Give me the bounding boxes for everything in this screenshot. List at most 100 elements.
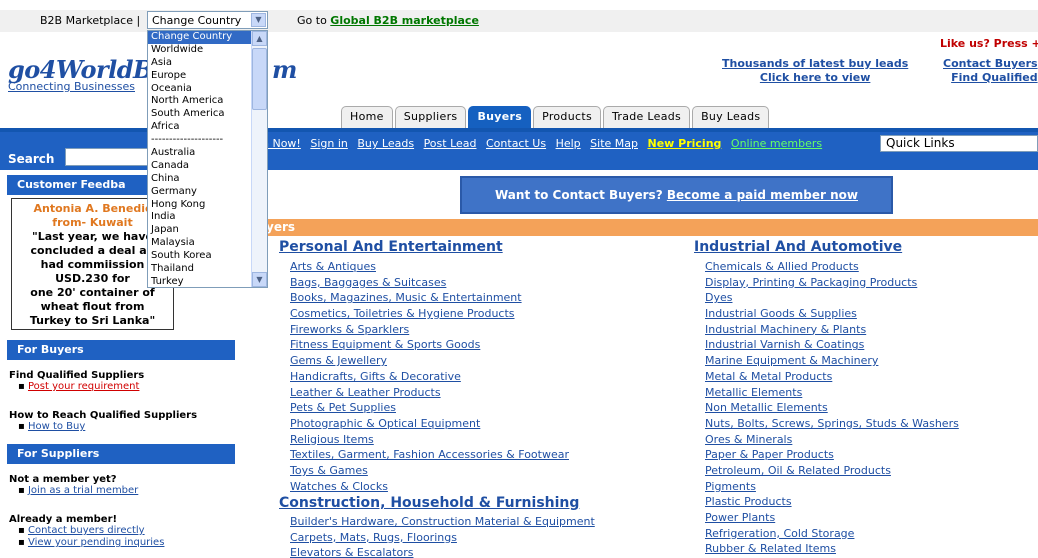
category-link[interactable]: Gems & Jewellery xyxy=(290,354,569,370)
nav-link-online-members[interactable]: Online members xyxy=(731,137,822,150)
nav-link-contact-us[interactable]: Contact Us xyxy=(486,137,546,150)
category-link[interactable]: Cosmetics, Toiletries & Hygiene Products xyxy=(290,307,569,323)
category-link[interactable]: Elevators & Escalators xyxy=(290,546,595,558)
country-dropdown-list[interactable]: Change Country Worldwide Asia Europe Oceania… xyxy=(147,30,268,288)
category-link[interactable]: Marine Equipment & Machinery xyxy=(705,354,959,370)
country-select-value: Change Country xyxy=(152,14,242,27)
country-option[interactable]: Worldwide xyxy=(148,44,251,57)
category-link[interactable]: Non Metallic Elements xyxy=(705,401,959,417)
contact-buyers-directly-link[interactable]: Contact buyers directly xyxy=(28,525,145,536)
nav-link-help[interactable]: Help xyxy=(556,137,581,150)
category-link[interactable]: Industrial Varnish & Coatings xyxy=(705,338,959,354)
category-link[interactable]: Textiles, Garment, Fashion Accessories &… xyxy=(290,448,569,464)
nav-link-sign-in[interactable]: Sign in xyxy=(310,137,348,150)
category-link[interactable]: Paper & Paper Products xyxy=(705,448,959,464)
category-link[interactable]: Industrial Machinery & Plants xyxy=(705,323,959,339)
category-link[interactable]: Petroleum, Oil & Related Products xyxy=(705,464,959,480)
country-option[interactable]: Turkey xyxy=(148,276,251,287)
category-link[interactable]: Religious Items xyxy=(290,433,569,449)
join-trial-item: ▪ Join as a trial member xyxy=(18,485,139,496)
tab-home[interactable]: Home xyxy=(341,106,393,128)
like-us[interactable]: Like us? Press +1 G+ xyxy=(940,37,1038,51)
country-option[interactable]: Thailand xyxy=(148,263,251,276)
banner-prefix: Want to Contact Buyers? xyxy=(495,188,663,202)
country-option[interactable]: North America xyxy=(148,95,251,108)
find-qualified-label: Find Qualified Suppliers xyxy=(9,370,145,381)
category-link[interactable]: Fitness Equipment & Sports Goods xyxy=(290,338,569,354)
tab-buyers[interactable]: Buyers xyxy=(468,106,532,128)
category-link[interactable]: Leather & Leather Products xyxy=(290,386,569,402)
country-option[interactable]: Africa xyxy=(148,121,251,134)
nav-link-new-pricing[interactable]: New Pricing xyxy=(648,137,722,150)
search-input[interactable] xyxy=(65,148,155,166)
contact-buyers-link[interactable]: Contact Buyers Find Qualified xyxy=(943,57,1038,85)
category-construction-household[interactable]: Construction, Household & Furnishing xyxy=(279,495,579,511)
country-option[interactable]: China xyxy=(148,173,251,186)
become-paid-member-link[interactable]: Become a paid member now xyxy=(667,188,858,202)
category-link[interactable]: Metallic Elements xyxy=(705,386,959,402)
contact-buyers-banner[interactable]: Want to Contact Buyers? Become a paid me… xyxy=(460,176,893,214)
country-select[interactable]: Change Country ▼ xyxy=(147,11,268,29)
category-link[interactable]: Rubber & Related Items xyxy=(705,542,959,558)
country-option[interactable]: India xyxy=(148,211,251,224)
category-link[interactable]: Watches & Clocks xyxy=(290,480,569,496)
category-link[interactable]: Photographic & Optical Equipment xyxy=(290,417,569,433)
nav-link-buy-leads[interactable]: Buy Leads xyxy=(357,137,414,150)
country-option[interactable]: -------------------- xyxy=(148,134,251,147)
chevron-down-icon[interactable]: ▼ xyxy=(251,13,266,27)
nav-link-site-map[interactable]: Site Map xyxy=(590,137,638,150)
category-link[interactable]: Handicrafts, Gifts & Decorative xyxy=(290,370,569,386)
category-link[interactable]: Toys & Games xyxy=(290,464,569,480)
category-link[interactable]: Metal & Metal Products xyxy=(705,370,959,386)
country-option[interactable]: Malaysia xyxy=(148,237,251,250)
country-option[interactable]: Australia xyxy=(148,147,251,160)
category-personal-entertainment[interactable]: Personal And Entertainment xyxy=(279,239,503,255)
category-link[interactable]: Display, Printing & Packaging Products xyxy=(705,276,959,292)
category-link[interactable]: Ores & Minerals xyxy=(705,433,959,449)
category-link[interactable]: Industrial Goods & Supplies xyxy=(705,307,959,323)
category-link[interactable]: Power Plants xyxy=(705,511,959,527)
for-suppliers-header: For Suppliers xyxy=(7,444,235,464)
category-link[interactable]: Bags, Baggages & Suitcases xyxy=(290,276,569,292)
scrollbar-thumb[interactable] xyxy=(252,48,267,110)
view-pending-link[interactable]: View your pending inquries xyxy=(28,537,164,548)
category-link[interactable]: Refrigeration, Cold Storage xyxy=(705,527,959,543)
post-requirement-link[interactable]: Post your requirement xyxy=(28,381,139,392)
category-link[interactable]: Carpets, Mats, Rugs, Floorings xyxy=(290,531,595,547)
category-link[interactable]: Pigments xyxy=(705,480,959,496)
category-link[interactable]: Plastic Products xyxy=(705,495,959,511)
tab-suppliers[interactable]: Suppliers xyxy=(394,106,467,128)
country-option[interactable]: Germany xyxy=(148,186,251,199)
how-to-buy-link[interactable]: How to Buy xyxy=(28,421,85,432)
tab-buy-leads[interactable]: Buy Leads xyxy=(692,106,770,128)
country-option[interactable]: Canada xyxy=(148,160,251,173)
category-industrial-automotive[interactable]: Industrial And Automotive xyxy=(694,239,902,255)
country-option[interactable]: Change Country xyxy=(148,31,251,44)
country-option[interactable]: Europe xyxy=(148,70,251,83)
category-link[interactable]: Pets & Pet Supplies xyxy=(290,401,569,417)
tab-products[interactable]: Products xyxy=(533,106,601,128)
category-link[interactable]: Arts & Antiques xyxy=(290,260,569,276)
category-link[interactable]: Chemicals & Allied Products xyxy=(705,260,959,276)
country-option[interactable]: Oceania xyxy=(148,83,251,96)
country-option[interactable]: Japan xyxy=(148,224,251,237)
country-option[interactable]: Hong Kong xyxy=(148,199,251,212)
category-link[interactable]: Builder's Hardware, Construction Materia… xyxy=(290,515,595,531)
country-option[interactable]: Asia xyxy=(148,57,251,70)
for-buyers-header: For Buyers xyxy=(7,340,235,360)
category-link[interactable]: Nuts, Bolts, Screws, Springs, Studs & Wa… xyxy=(705,417,959,433)
scroll-down-icon[interactable]: ▼ xyxy=(252,272,267,287)
country-option[interactable]: South America xyxy=(148,108,251,121)
scroll-up-icon[interactable]: ▲ xyxy=(252,31,267,46)
quick-links-select[interactable]: Quick Links xyxy=(880,135,1038,152)
country-option[interactable]: South Korea xyxy=(148,250,251,263)
category-link[interactable]: Dyes xyxy=(705,291,959,307)
join-trial-link[interactable]: Join as a trial member xyxy=(28,485,138,496)
dropdown-scrollbar[interactable]: ▲ ▼ xyxy=(251,31,267,287)
nav-link-post-lead[interactable]: Post Lead xyxy=(424,137,477,150)
global-marketplace-link[interactable]: Global B2B marketplace xyxy=(330,14,479,27)
category-link[interactable]: Fireworks & Sparklers xyxy=(290,323,569,339)
latest-buy-leads-link[interactable]: Thousands of latest buy leads Click here… xyxy=(722,57,908,85)
tab-trade-leads[interactable]: Trade Leads xyxy=(602,106,691,128)
category-link[interactable]: Books, Magazines, Music & Entertainment xyxy=(290,291,569,307)
